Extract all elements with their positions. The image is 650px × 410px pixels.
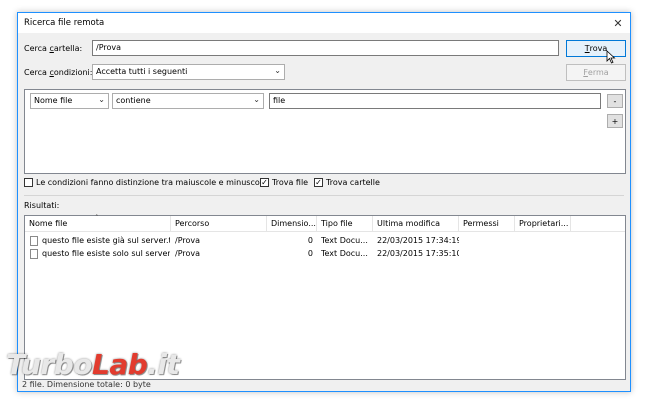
condition-field-select[interactable]: Nome file ⌄: [30, 93, 109, 109]
stop-button[interactable]: Ferma: [566, 64, 626, 81]
dropdown-arrow-icon: ⌄: [274, 66, 281, 75]
cursor-icon: [606, 50, 616, 64]
remote-search-dialog: Ricerca file remota ✕ Cerca cartella: /P…: [17, 12, 631, 392]
col-header-path[interactable]: Percorso: [171, 216, 267, 232]
file-icon: [30, 249, 38, 259]
case-sensitive-box[interactable]: [24, 178, 33, 187]
find-button[interactable]: Trova: [566, 40, 626, 57]
col-header-type[interactable]: Tipo file: [317, 216, 373, 232]
search-folder-input[interactable]: /Prova: [92, 40, 559, 56]
cell-type: Text Docu...: [321, 236, 368, 245]
close-icon[interactable]: ✕: [610, 15, 626, 31]
cell-modified: 22/03/2015 17:35:10: [377, 249, 459, 258]
search-conditions-label: Cerca condizioni:: [24, 68, 93, 77]
dropdown-arrow-icon: ⌄: [98, 95, 105, 104]
cell-size: 0: [307, 236, 313, 245]
cell-owner: [519, 234, 571, 247]
condition-field-value: Nome file: [34, 96, 73, 105]
file-icon: [30, 236, 38, 246]
find-folders-label: Trova cartelle: [326, 178, 380, 187]
cell-permissions: [463, 247, 515, 260]
find-files-checkbox[interactable]: ✓ Trova file: [260, 178, 308, 187]
cell-owner: [519, 247, 571, 260]
dropdown-arrow-icon: ⌄: [253, 95, 260, 104]
turbolab-watermark-logo: TurboLab.it: [6, 348, 180, 381]
cell-name: questo file esiste già sul server.txt: [42, 236, 170, 245]
col-header-owner[interactable]: Proprietari...: [515, 216, 571, 232]
cell-name: questo file esiste solo sul server.txt: [42, 249, 170, 258]
status-bar: 2 file. Dimensione totale: 0 byte: [22, 380, 151, 389]
case-sensitive-label: Le condizioni fanno distinzione tra maiu…: [36, 178, 267, 187]
col-header-permissions[interactable]: Permessi: [459, 216, 515, 232]
find-files-label: Trova file: [272, 178, 309, 187]
condition-value-input[interactable]: file: [269, 93, 601, 109]
sort-arrow-icon: ˄: [95, 214, 99, 222]
cell-type: Text Docu...: [321, 249, 368, 258]
divider: [24, 195, 624, 196]
cell-modified: 22/03/2015 17:34:19: [377, 236, 459, 245]
col-header-size[interactable]: Dimensio...: [267, 216, 317, 232]
condition-operator-select[interactable]: contiene ⌄: [112, 93, 264, 109]
conditions-list: Nome file ⌄ contiene ⌄ file - +: [24, 89, 626, 174]
table-row[interactable]: questo file esiste solo sul server.txt /…: [25, 247, 625, 260]
title-bar: Ricerca file remota ✕: [18, 13, 630, 33]
cell-permissions: [463, 234, 515, 247]
search-folder-label: Cerca cartella:: [24, 44, 83, 53]
col-header-modified[interactable]: Ultima modifica: [373, 216, 459, 232]
conditions-mode-select[interactable]: Accetta tutti i seguenti ⌄: [92, 64, 285, 80]
cell-size: 0: [307, 249, 313, 258]
cell-path: /Prova: [175, 236, 201, 245]
find-folders-checkbox[interactable]: ✓ Trova cartelle: [314, 178, 380, 187]
remove-condition-button[interactable]: -: [607, 94, 623, 108]
add-condition-button[interactable]: +: [607, 114, 623, 128]
table-row[interactable]: questo file esiste già sul server.txt /P…: [25, 234, 625, 247]
find-folders-box[interactable]: ✓: [314, 178, 323, 187]
cell-path: /Prova: [175, 249, 201, 258]
results-header: Nome file Percorso Dimensio... Tipo file…: [25, 214, 625, 232]
case-sensitive-checkbox[interactable]: Le condizioni fanno distinzione tra maiu…: [24, 178, 267, 187]
find-files-box[interactable]: ✓: [260, 178, 269, 187]
condition-operator-value: contiene: [116, 96, 151, 105]
results-label: Risultati:: [24, 201, 60, 210]
window-title: Ricerca file remota: [24, 18, 105, 28]
conditions-mode-value: Accetta tutti i seguenti: [96, 67, 188, 76]
